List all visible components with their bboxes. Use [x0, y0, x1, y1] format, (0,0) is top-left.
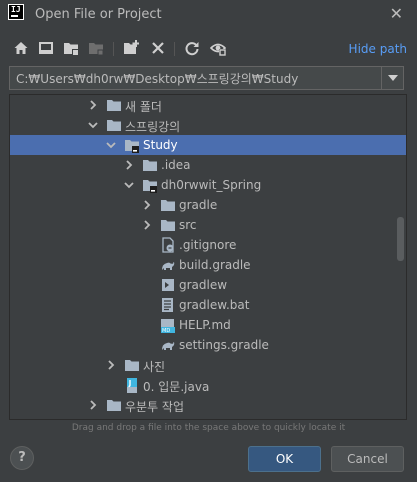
path-dropdown-button[interactable]	[381, 67, 403, 89]
tree-row-label: HELP.md	[179, 318, 231, 332]
tree-row-label: .gitignore	[179, 238, 237, 252]
folder-icon	[143, 160, 157, 171]
script-file-icon	[162, 279, 174, 291]
tree-row[interactable]: build.gradle	[10, 255, 406, 275]
ok-button[interactable]: OK	[248, 446, 321, 472]
tree-row-label: 새 폴더	[125, 100, 162, 114]
tree-row-label: .idea	[161, 158, 191, 172]
tree-row[interactable]: .gitignore	[10, 235, 406, 255]
folder-icon	[107, 100, 121, 111]
text-file-icon	[162, 298, 173, 312]
refresh-icon[interactable]	[184, 40, 200, 56]
folder-icon	[125, 360, 139, 371]
svg-text:MD: MD	[162, 328, 170, 333]
folder-icon	[161, 220, 175, 231]
tree-row[interactable]: 0. 입문.java	[10, 375, 406, 395]
window-title: Open File or Project	[35, 7, 162, 22]
tree-row[interactable]: gradlew.bat	[10, 295, 406, 315]
path-combo-box[interactable]: C:₩Users₩dh0rw₩Desktop₩스프링강의₩Study	[9, 66, 404, 90]
hide-path-link[interactable]: Hide path	[349, 42, 407, 56]
chevron-right-icon[interactable]	[105, 358, 117, 372]
tree-row-label: gradlew.bat	[179, 298, 250, 312]
chevron-right-icon[interactable]	[141, 218, 153, 232]
project-folder-icon	[125, 140, 139, 153]
tree-row-label: 사진	[143, 360, 166, 374]
help-button[interactable]: ?	[10, 446, 34, 470]
tree-row[interactable]: 스프링강의	[10, 115, 406, 135]
tree-row-label: gradlew	[179, 278, 228, 292]
tree-row[interactable]: src	[10, 215, 406, 235]
module-folder-icon[interactable]	[88, 40, 104, 56]
tree-row[interactable]: MD HELP.md	[10, 315, 406, 335]
tree-row[interactable]: .idea	[10, 155, 406, 175]
tree-row-label: src	[179, 218, 197, 232]
markdown-file-icon: MD	[161, 319, 175, 333]
file-tree[interactable]: 새 폴더스프링강의 Study .idea dh0rwwit_Springgradle…	[9, 94, 407, 420]
tree-row-label: gradle	[179, 198, 218, 212]
close-icon[interactable]: ✕	[390, 4, 403, 23]
home-icon[interactable]	[13, 40, 29, 56]
gradle-file-icon	[162, 342, 175, 350]
folder-icon	[161, 200, 175, 211]
tree-row[interactable]: gradle	[10, 195, 406, 215]
gradle-file-icon	[162, 262, 175, 270]
chevron-right-icon[interactable]	[141, 198, 153, 212]
tree-row-label: settings.gradle	[179, 338, 269, 352]
chevron-right-icon[interactable]	[87, 398, 99, 412]
chevron-right-icon[interactable]	[87, 98, 99, 112]
tree-row[interactable]: 우분투 작업	[10, 395, 406, 415]
cancel-button[interactable]: Cancel	[331, 446, 404, 472]
chevron-down-icon[interactable]	[105, 138, 117, 152]
tree-row[interactable]: dh0rwwit_Spring	[10, 175, 406, 195]
intellij-logo-icon: IJ	[8, 4, 24, 20]
tree-row-label: 우분투 작업	[125, 400, 185, 414]
folder-icon	[107, 400, 121, 411]
toolbar-separator	[113, 42, 114, 56]
path-input[interactable]: C:₩Users₩dh0rw₩Desktop₩스프링강의₩Study	[10, 70, 381, 87]
chevron-down-icon[interactable]	[87, 118, 99, 132]
delete-icon[interactable]	[150, 40, 166, 56]
tree-row-label: Study	[143, 138, 178, 152]
chevron-down-icon[interactable]	[123, 178, 135, 192]
chevron-right-icon[interactable]	[123, 158, 135, 172]
vertical-scrollbar[interactable]	[397, 217, 404, 261]
title-bar: IJ Open File or Project ✕	[0, 0, 417, 30]
folder-icon	[107, 120, 121, 131]
tree-row[interactable]: gradlew	[10, 275, 406, 295]
chevron-down-icon	[387, 75, 398, 81]
desktop-icon[interactable]	[38, 40, 54, 56]
drag-drop-hint: Drag and drop a file into the space abov…	[71, 423, 346, 433]
app-logo-text: IJ	[11, 5, 21, 14]
tree-row[interactable]: 새 폴더	[10, 95, 406, 115]
java-file-icon	[127, 378, 137, 393]
tree-row[interactable]: Study	[10, 135, 406, 155]
tree-row[interactable]: 사진	[10, 355, 406, 375]
tree-row-label: 0. 입문.java	[143, 380, 210, 394]
tree-row-label: 스프링강의	[125, 120, 181, 134]
tree-row-label: build.gradle	[179, 258, 251, 272]
new-folder-icon[interactable]	[123, 40, 139, 56]
tree-row[interactable]: settings.gradle	[10, 335, 406, 355]
tree-row-label: dh0rwwit_Spring	[161, 178, 262, 192]
project-folder-icon	[143, 180, 157, 193]
toolbar-separator	[174, 42, 175, 56]
gitignore-file-icon	[162, 237, 174, 253]
project-folder-icon[interactable]	[63, 40, 79, 56]
toolbar: Hide path	[0, 36, 417, 62]
show-hidden-icon[interactable]	[210, 40, 226, 56]
